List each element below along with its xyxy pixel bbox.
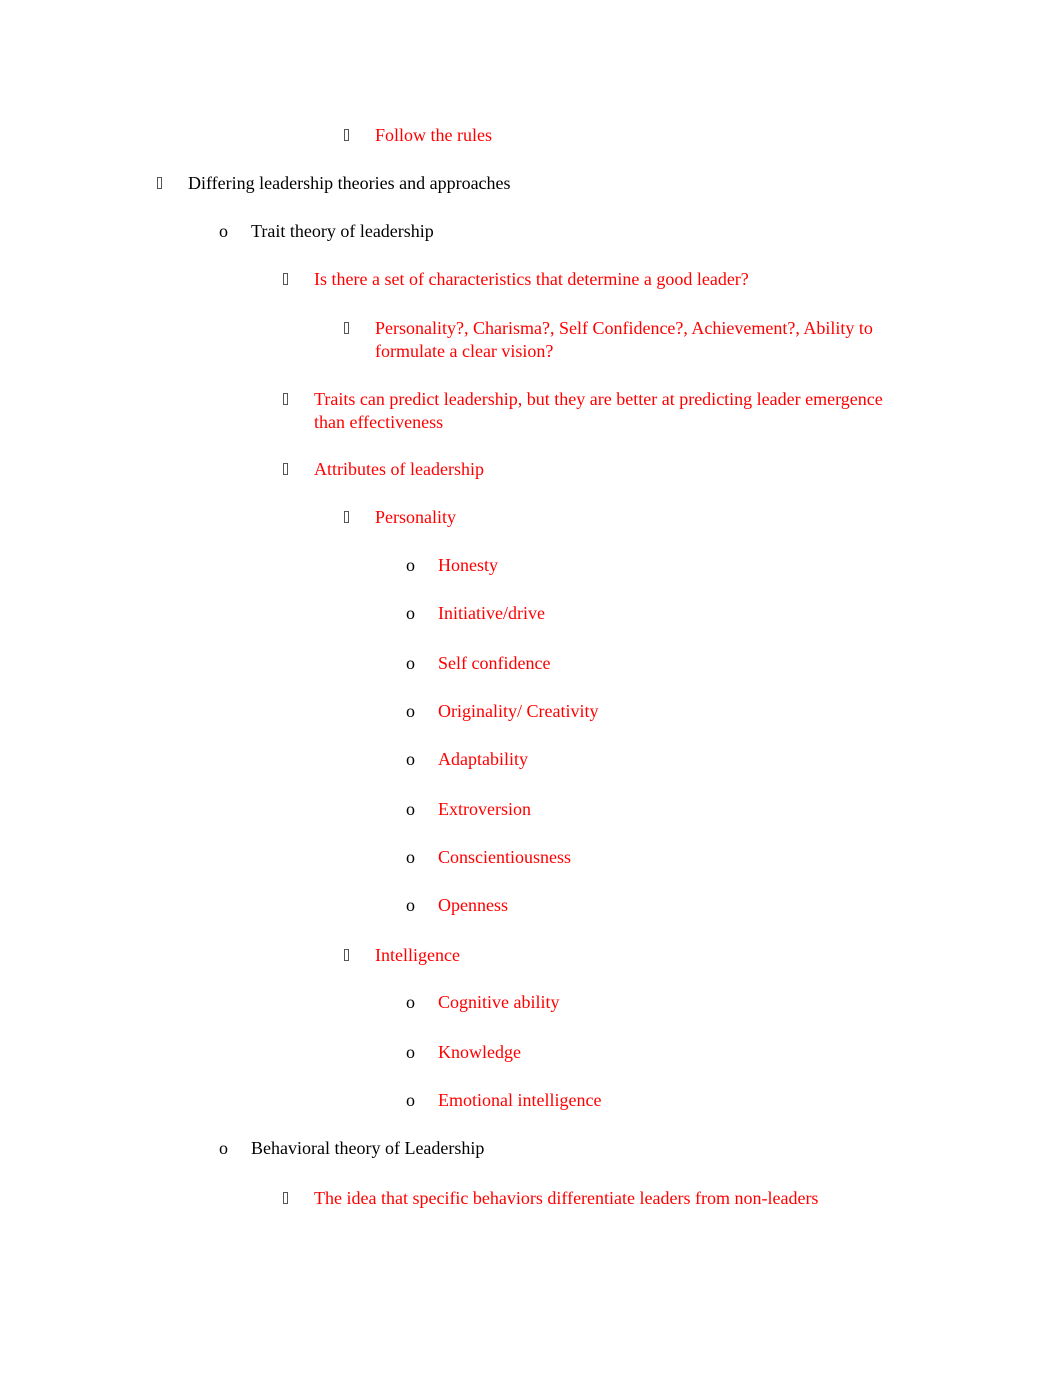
box-bullet-icon [344,511,349,523]
list-item-text: The idea that specific behaviors differe… [314,1188,819,1208]
box-bullet-icon [344,949,349,961]
circle-bullet-icon: o [406,992,415,1012]
list-item-text: Personality [375,507,456,527]
circle-bullet-icon: o [406,1090,415,1110]
section-heading: Differing leadership theories and approa… [188,173,511,193]
circle-bullet-icon: o [406,603,415,623]
circle-bullet-icon: o [406,847,415,867]
box-bullet-icon [283,273,288,285]
list-item-text: Adaptability [438,749,528,769]
circle-bullet-icon: o [219,1138,228,1158]
circle-bullet-icon: o [219,221,228,241]
box-bullet-icon [283,463,288,475]
list-item-text-line2: than effectiveness [314,412,444,432]
list-item-text: Initiative/drive [438,603,545,623]
list-item-text: Follow the rules [375,125,492,145]
circle-bullet-icon: o [406,653,415,673]
list-item-text: Originality/ Creativity [438,701,599,721]
subsection-heading: Behavioral theory of Leadership [251,1138,485,1158]
list-item-text-line2: formulate a clear vision? [375,341,554,361]
list-item-text: Honesty [438,555,498,575]
circle-bullet-icon: o [406,749,415,769]
list-item-text: Is there a set of characteristics that d… [314,269,749,289]
list-item-text-line1: Traits can predict leadership, but they … [314,389,883,409]
circle-bullet-icon: o [406,555,415,575]
subsection-heading: Trait theory of leadership [251,221,434,241]
circle-bullet-icon: o [406,701,415,721]
list-item-text: Conscientiousness [438,847,571,867]
box-bullet-icon [283,1192,288,1204]
box-bullet-icon [344,322,349,334]
circle-bullet-icon: o [406,895,415,915]
box-bullet-icon [344,129,349,141]
list-item-text: Openness [438,895,508,915]
box-bullet-icon [283,393,288,405]
circle-bullet-icon: o [406,799,415,819]
circle-bullet-icon: o [406,1042,415,1062]
list-item-text: Attributes of leadership [314,459,484,479]
list-item-text-line1: Personality?, Charisma?, Self Confidence… [375,318,873,338]
list-item-text: Knowledge [438,1042,521,1062]
list-item-text: Cognitive ability [438,992,560,1012]
list-item-text: Intelligence [375,945,460,965]
box-bullet-icon [157,177,162,189]
list-item-text: Emotional intelligence [438,1090,602,1110]
list-item-text: Self confidence [438,653,551,673]
list-item-text: Extroversion [438,799,531,819]
